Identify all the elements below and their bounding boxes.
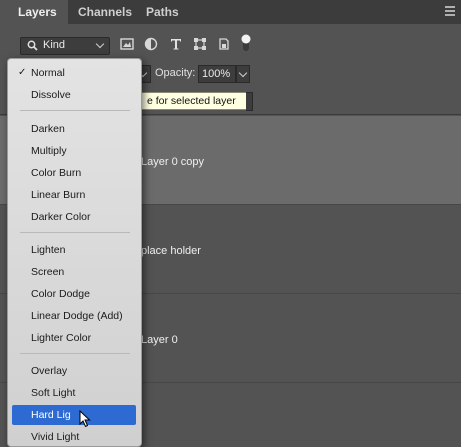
menu-item-label: Screen — [31, 266, 65, 278]
tab-paths-label: Paths — [146, 5, 179, 19]
menu-item-lighten[interactable]: Lighten — [8, 240, 141, 260]
menu-item-hard-light[interactable]: Hard Lig — [12, 405, 136, 425]
menu-separator — [20, 353, 130, 354]
menu-item-linear-burn[interactable]: Linear Burn — [8, 185, 141, 205]
menu-item-lighter-color[interactable]: Lighter Color — [8, 328, 141, 348]
menu-item-dissolve[interactable]: Dissolve — [8, 85, 141, 105]
menu-item-label: Color Dodge — [31, 288, 90, 300]
blend-mode-dropdown-menu: ✓ Normal Dissolve Darken Multiply Color … — [7, 58, 142, 447]
menu-item-linear-dodge-add[interactable]: Linear Dodge (Add) — [8, 306, 141, 326]
tab-layers[interactable]: Layers — [0, 0, 68, 24]
menu-item-label: Dissolve — [31, 89, 71, 101]
menu-item-color-dodge[interactable]: Color Dodge — [8, 284, 141, 304]
chevron-down-icon — [238, 68, 248, 78]
menu-item-color-burn[interactable]: Color Burn — [8, 163, 141, 183]
kind-filter-select[interactable]: Kind — [20, 37, 110, 55]
layer-name: place holder — [141, 245, 201, 257]
menu-item-multiply[interactable]: Multiply — [8, 141, 141, 161]
menu-item-screen[interactable]: Screen — [8, 262, 141, 282]
filter-row: Kind — [0, 30, 461, 58]
menu-separator — [20, 110, 130, 111]
menu-item-label: Overlay — [31, 365, 68, 377]
kind-filter-label: Kind — [43, 39, 66, 51]
menu-item-soft-light[interactable]: Soft Light — [8, 383, 141, 403]
fill-dropdown-stub[interactable] — [246, 92, 253, 111]
menu-item-label: Linear Burn — [31, 189, 86, 201]
menu-item-label: Color Burn — [31, 167, 82, 179]
panel-menu-icon[interactable] — [445, 6, 455, 17]
image-filter-icon[interactable] — [120, 37, 134, 51]
menu-item-label: Linear Dodge (Add) — [31, 310, 123, 322]
chevron-down-icon — [95, 39, 105, 49]
adjustment-filter-icon[interactable] — [144, 37, 158, 51]
smart-object-filter-icon[interactable] — [217, 37, 231, 51]
panel-tab-bar: Layers Channels Paths — [0, 0, 461, 24]
menu-item-normal[interactable]: ✓ Normal — [8, 63, 141, 83]
menu-item-label: Hard Lig — [31, 409, 71, 421]
tab-channels-label: Channels — [78, 5, 133, 19]
menu-item-label: Darker Color — [31, 211, 91, 223]
menu-item-label: Normal — [31, 67, 65, 79]
opacity-input[interactable]: 100% — [198, 65, 236, 83]
menu-item-overlay[interactable]: Overlay — [8, 361, 141, 381]
opacity-dropdown-button[interactable] — [236, 65, 250, 83]
tooltip: e for selected layer — [140, 92, 248, 110]
menu-item-label: Vivid Light — [31, 431, 80, 443]
opacity-label: Opacity: — [155, 67, 196, 79]
menu-item-darken[interactable]: Darken — [8, 119, 141, 139]
menu-item-label: Lighten — [31, 244, 66, 256]
tab-paths[interactable]: Paths — [140, 0, 186, 24]
checkmark-icon: ✓ — [18, 67, 27, 78]
layer-name: Layer 0 — [141, 334, 178, 346]
tab-channels[interactable]: Channels — [68, 0, 140, 24]
menu-item-label: Soft Light — [31, 387, 76, 399]
menu-item-label: Darken — [31, 123, 65, 135]
filter-toggle-icon[interactable] — [240, 34, 252, 52]
menu-item-label: Lighter Color — [31, 332, 92, 344]
type-filter-icon[interactable] — [169, 37, 183, 51]
opacity-value: 100% — [202, 68, 231, 80]
search-icon — [27, 40, 38, 51]
layer-name: Layer 0 copy — [141, 156, 204, 168]
mouse-cursor-icon — [79, 410, 91, 428]
menu-separator — [20, 232, 130, 233]
shape-filter-icon[interactable] — [193, 37, 207, 51]
menu-item-vivid-light[interactable]: Vivid Light — [8, 427, 141, 446]
tab-layers-label: Layers — [18, 5, 57, 19]
menu-item-label: Multiply — [31, 145, 67, 157]
menu-item-darker-color[interactable]: Darker Color — [8, 207, 141, 227]
